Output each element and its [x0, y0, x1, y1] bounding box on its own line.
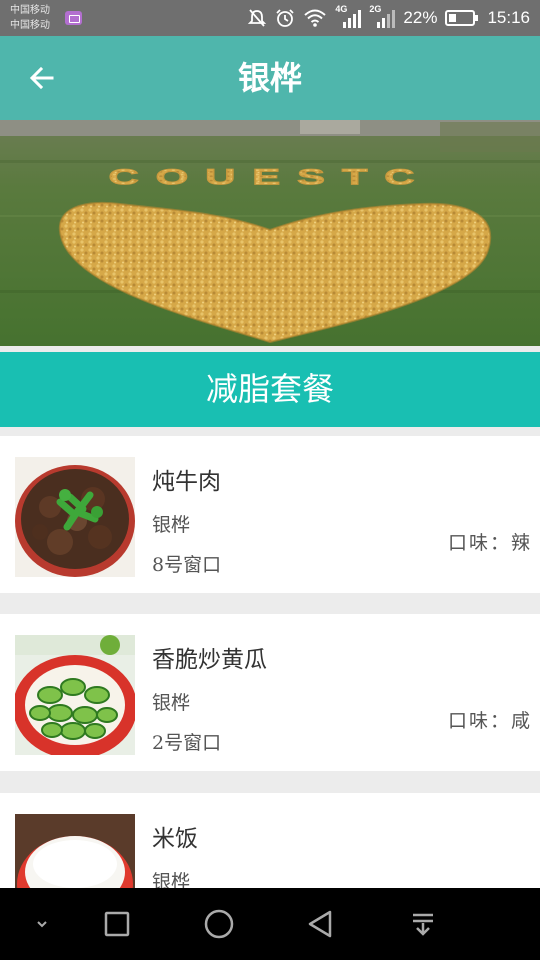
- signal-icon-2: 2G: [369, 4, 396, 30]
- dish-taste: 口味：辣: [447, 532, 532, 554]
- banner-letters: COUESTC: [109, 165, 432, 189]
- dish-thumbnail-rice: [15, 814, 135, 888]
- chevron-down-icon: [37, 921, 47, 928]
- notification-button[interactable]: [403, 904, 443, 944]
- recents-icon: [104, 911, 130, 937]
- back-button[interactable]: [20, 56, 64, 100]
- home-button[interactable]: [199, 904, 239, 944]
- banner-photo: COUESTC: [0, 120, 540, 346]
- dish-item-beef[interactable]: 炖牛肉 银桦 8号窗口 口味：辣: [0, 436, 540, 593]
- arrow-left-icon: [29, 66, 54, 90]
- notification-pull-icon: [413, 913, 433, 936]
- carrier-labels: 中国移动 中国移动: [10, 3, 50, 33]
- dish-thumbnail-beef: [15, 457, 135, 577]
- navigation-bar: [0, 888, 540, 960]
- status-bar: 中国移动 中国移动 4G 2G 22% 15:16: [0, 0, 540, 36]
- dish-item-cucumber[interactable]: 香脆炒黄瓜 银桦 2号窗口 口味：咸: [0, 614, 540, 771]
- toolbar: 银桦: [0, 36, 540, 120]
- banner-image: COUESTC: [0, 120, 540, 346]
- carrier-2: 中国移动: [10, 20, 50, 31]
- back-icon: [308, 910, 332, 938]
- alarm-icon: [276, 9, 295, 27]
- recents-button[interactable]: [97, 904, 137, 944]
- mute-icon: [248, 9, 267, 27]
- dish-window: 8号窗口: [152, 554, 222, 576]
- section-title: 减脂套餐: [0, 352, 540, 427]
- gallery-icon: [65, 11, 82, 25]
- collapse-button[interactable]: [22, 904, 62, 944]
- dish-name: 炖牛肉: [152, 469, 221, 495]
- battery-percent: 22%: [403, 8, 438, 27]
- dish-thumbnail-cucumber: [15, 635, 135, 755]
- dish-item-rice[interactable]: 米饭 银桦: [0, 793, 540, 888]
- page-title: 银桦: [237, 59, 302, 97]
- dish-canteen: 银桦: [152, 514, 191, 536]
- dish-canteen: 银桦: [152, 692, 191, 714]
- carrier-1: 中国移动: [10, 5, 50, 16]
- dish-taste: 口味：咸: [447, 710, 532, 732]
- status-icons: 4G 2G 22% 15:16: [247, 0, 530, 36]
- dish-name: 米饭: [152, 826, 198, 852]
- battery-icon: [445, 10, 479, 26]
- dish-canteen: 银桦: [152, 871, 191, 888]
- dish-name: 香脆炒黄瓜: [152, 647, 267, 673]
- dish-window: 2号窗口: [152, 732, 222, 754]
- clock: 15:16: [487, 8, 530, 27]
- dish-list: 炖牛肉 银桦 8号窗口 口味：辣 香脆炒黄瓜 银桦 2号窗口 口味：咸 米饭 银…: [0, 436, 540, 888]
- back-nav-button[interactable]: [301, 904, 341, 944]
- home-icon: [204, 909, 234, 939]
- wifi-icon: [304, 9, 327, 27]
- signal-icon-1: 4G: [335, 4, 362, 30]
